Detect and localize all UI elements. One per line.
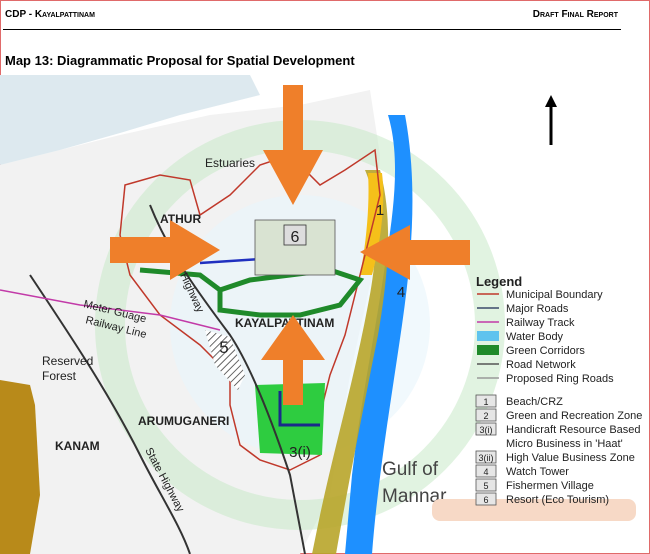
label-kanam: KANAM xyxy=(55,439,100,453)
legend-label: Proposed Ring Roads xyxy=(506,373,614,385)
header-rule xyxy=(3,29,621,30)
legend-zone-number: 2 xyxy=(483,411,488,421)
header-left: CDP - Kayalpattinam xyxy=(5,9,95,20)
legend-zone-number: 5 xyxy=(483,481,488,491)
label-reserved: Reserved xyxy=(42,354,93,368)
label-forest: Forest xyxy=(42,369,77,383)
legend-title: Legend xyxy=(476,274,522,289)
label-athur: ATHUR xyxy=(160,212,201,226)
legend-label: Railway Track xyxy=(506,317,575,329)
header-right: Draft Final Report xyxy=(532,9,618,20)
legend-zone-label: Resort (Eco Tourism) xyxy=(506,494,609,506)
zone-marker-6: 6 xyxy=(283,224,307,246)
label-estuaries: Estuaries xyxy=(205,156,255,170)
legend-zone-item: Micro Business in 'Haat' xyxy=(506,438,623,450)
legend-zone-item: 5 Fishermen Village xyxy=(475,478,594,492)
legend-zone-item: 2 Green and Recreation Zone xyxy=(475,408,642,422)
legend-label: Major Roads xyxy=(506,303,569,315)
legend-zone-number: 3(ii) xyxy=(479,453,494,463)
svg-text:1: 1 xyxy=(376,202,384,219)
zone-marker-4: 4 xyxy=(397,284,405,301)
legend-label: Green Corridors xyxy=(506,345,585,357)
svg-text:3(i): 3(i) xyxy=(289,444,311,461)
legend-label: Water Body xyxy=(506,331,564,343)
legend-zone-number: 6 xyxy=(483,495,488,505)
label-arumuganeri: ARUMUGANERI xyxy=(138,414,229,428)
legend-zone-item: 4 Watch Tower xyxy=(475,464,569,478)
legend-swatch xyxy=(477,345,499,355)
map-title: Map 13: Diagrammatic Proposal for Spatia… xyxy=(5,53,355,68)
legend-zone-item: 3(ii) High Value Business Zone xyxy=(475,450,635,464)
legend-zone-label: Micro Business in 'Haat' xyxy=(506,438,623,450)
zone-marker-1: 1 xyxy=(376,202,384,219)
legend-zone-label: High Value Business Zone xyxy=(506,452,635,464)
legend-zone-label: Fishermen Village xyxy=(506,480,594,492)
legend-zone-label: Handicraft Resource Based xyxy=(506,424,641,436)
legend-zone-item: 3(i) Handicraft Resource Based xyxy=(475,422,641,436)
legend-swatch xyxy=(477,331,499,341)
zone-marker-5: 5 xyxy=(219,338,228,357)
legend-zone-number: 3(i) xyxy=(480,425,493,435)
legend-label: Road Network xyxy=(506,359,576,371)
zone-marker-3i: 3(i) xyxy=(289,444,311,461)
legend-zone-item: 6 Resort (Eco Tourism) xyxy=(475,492,609,506)
legend-zone-label: Watch Tower xyxy=(506,466,569,478)
svg-text:5: 5 xyxy=(219,338,228,357)
legend-zone-number: 4 xyxy=(483,467,488,477)
legend-zone-number: 1 xyxy=(483,397,488,407)
north-arrow-icon xyxy=(545,95,557,145)
legend-zone-item: 1 Beach/CRZ xyxy=(475,394,563,408)
reserved-forest xyxy=(0,380,40,554)
svg-text:6: 6 xyxy=(291,229,300,246)
legend-zone-label: Beach/CRZ xyxy=(506,396,563,408)
label-gulf-of: Gulf of xyxy=(382,459,439,480)
legend-label: Municipal Boundary xyxy=(506,289,603,301)
svg-text:4: 4 xyxy=(397,284,405,301)
legend-zone-label: Green and Recreation Zone xyxy=(506,410,642,422)
map-canvas: 6 1 4 5 3(i) Estuaries ATHUR Highway Met… xyxy=(0,75,642,554)
